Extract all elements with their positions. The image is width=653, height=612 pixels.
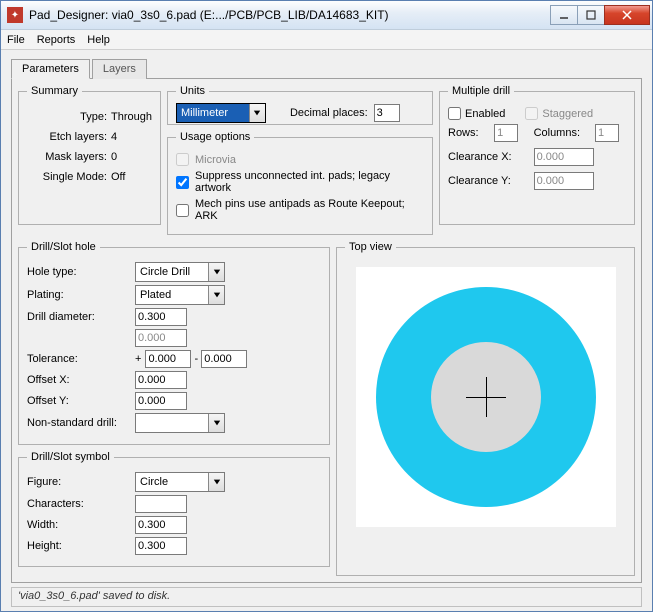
staggered-checkbox (525, 107, 538, 120)
drill-diameter-2-input (135, 329, 187, 347)
usage-group: Usage options Microvia Suppress unconnec… (167, 131, 433, 235)
tab-parameters[interactable]: Parameters (11, 59, 90, 79)
units-legend: Units (176, 85, 209, 97)
offset-y-label: Offset Y: (27, 395, 135, 407)
symbol-width-input[interactable] (135, 516, 187, 534)
drill-symbol-legend: Drill/Slot symbol (27, 451, 114, 463)
clearance-x-input (534, 148, 594, 166)
offset-x-input[interactable] (135, 371, 187, 389)
clearance-y-label: Clearance Y: (448, 175, 526, 187)
suppress-label: Suppress unconnected int. pads; legacy a… (195, 170, 424, 194)
characters-label: Characters: (27, 498, 135, 510)
multiple-drill-legend: Multiple drill (448, 85, 514, 97)
chevron-down-icon (208, 473, 224, 491)
summary-group: Summary Type: Through Etch layers: 4 Mask … (18, 85, 161, 225)
summary-etch-label: Etch layers: (27, 131, 107, 143)
status-bar: 'via0_3s0_6.pad' saved to disk. (11, 587, 642, 607)
symbol-width-label: Width: (27, 519, 135, 531)
decimal-places-label: Decimal places: (290, 107, 368, 119)
rows-input (494, 124, 518, 142)
tolerance-plus-input[interactable] (145, 350, 191, 368)
drill-slot-hole-group: Drill/Slot hole Hole type: Circle Drill … (18, 241, 330, 445)
app-icon: ✦ (7, 7, 23, 23)
clearance-y-input (534, 172, 594, 190)
window-title: Pad_Designer: via0_3s0_6.pad (E:.../PCB/… (29, 8, 551, 22)
top-view-legend: Top view (345, 241, 396, 253)
summary-single-value: Off (111, 171, 125, 183)
figure-label: Figure: (27, 476, 135, 488)
client-area: Parameters Layers Summary Type: Through E… (1, 50, 652, 611)
minimize-button[interactable] (550, 5, 578, 25)
menubar: File Reports Help (1, 30, 652, 50)
enabled-label: Enabled (465, 108, 505, 120)
summary-single-label: Single Mode: (27, 171, 107, 183)
summary-etch-value: 4 (111, 131, 117, 143)
menu-file[interactable]: File (7, 34, 25, 46)
chevron-down-icon (249, 104, 265, 122)
characters-input[interactable] (135, 495, 187, 513)
microvia-label: Microvia (195, 154, 236, 166)
multiple-drill-group: Multiple drill Enabled Staggered Rows: C… (439, 85, 635, 225)
clearance-x-label: Clearance X: (448, 151, 526, 163)
chevron-down-icon (208, 414, 224, 432)
units-group: Units Millimeter Decimal places: (167, 85, 433, 125)
plating-label: Plating: (27, 289, 135, 301)
symbol-height-input[interactable] (135, 537, 187, 555)
usage-legend: Usage options (176, 131, 254, 143)
holetype-select[interactable]: Circle Drill (135, 262, 225, 282)
drill-hole-legend: Drill/Slot hole (27, 241, 100, 253)
columns-label: Columns: (534, 127, 587, 139)
chevron-down-icon (208, 263, 224, 281)
mech-checkbox[interactable] (176, 204, 189, 217)
holetype-value: Circle Drill (136, 266, 208, 278)
close-button[interactable] (604, 5, 650, 25)
figure-value: Circle (136, 476, 208, 488)
drill-slot-symbol-group: Drill/Slot symbol Figure: Circle Charact… (18, 451, 330, 567)
pad-preview (356, 267, 616, 527)
offset-y-input[interactable] (135, 392, 187, 410)
nonstd-select[interactable] (135, 413, 225, 433)
menu-reports[interactable]: Reports (37, 34, 76, 46)
columns-input (595, 124, 619, 142)
suppress-checkbox[interactable] (176, 176, 189, 189)
decimal-places-input[interactable] (374, 104, 400, 122)
enabled-checkbox[interactable] (448, 107, 461, 120)
menu-help[interactable]: Help (87, 34, 110, 46)
units-select[interactable]: Millimeter (176, 103, 266, 123)
summary-type-label: Type: (27, 111, 107, 123)
drill-diameter-label: Drill diameter: (27, 311, 135, 323)
plating-select[interactable]: Plated (135, 285, 225, 305)
tolerance-plus: + (135, 353, 141, 365)
tab-body: Summary Type: Through Etch layers: 4 Mask … (11, 78, 642, 583)
holetype-label: Hole type: (27, 266, 135, 278)
titlebar[interactable]: ✦ Pad_Designer: via0_3s0_6.pad (E:.../PC… (1, 1, 652, 30)
chevron-down-icon (208, 286, 224, 304)
symbol-height-label: Height: (27, 540, 135, 552)
rows-label: Rows: (448, 127, 486, 139)
tolerance-label: Tolerance: (27, 353, 135, 365)
mech-label: Mech pins use antipads as Route Keepout;… (195, 198, 424, 222)
maximize-button[interactable] (577, 5, 605, 25)
tolerance-minus-input[interactable] (201, 350, 247, 368)
nonstd-label: Non-standard drill: (27, 417, 135, 429)
plating-value: Plated (136, 289, 208, 301)
tolerance-sep: - (195, 353, 199, 365)
summary-mask-value: 0 (111, 151, 117, 163)
top-view-group: Top view (336, 241, 635, 576)
main-window: ✦ Pad_Designer: via0_3s0_6.pad (E:.../PC… (0, 0, 653, 612)
figure-select[interactable]: Circle (135, 472, 225, 492)
microvia-checkbox (176, 153, 189, 166)
offset-x-label: Offset X: (27, 374, 135, 386)
summary-type-value: Through (111, 111, 152, 123)
tab-layers[interactable]: Layers (92, 59, 147, 79)
units-select-value: Millimeter (177, 107, 249, 119)
tab-strip: Parameters Layers (11, 58, 642, 78)
summary-legend: Summary (27, 85, 82, 97)
staggered-label: Staggered (542, 108, 593, 120)
drill-diameter-input[interactable] (135, 308, 187, 326)
summary-mask-label: Mask layers: (27, 151, 107, 163)
